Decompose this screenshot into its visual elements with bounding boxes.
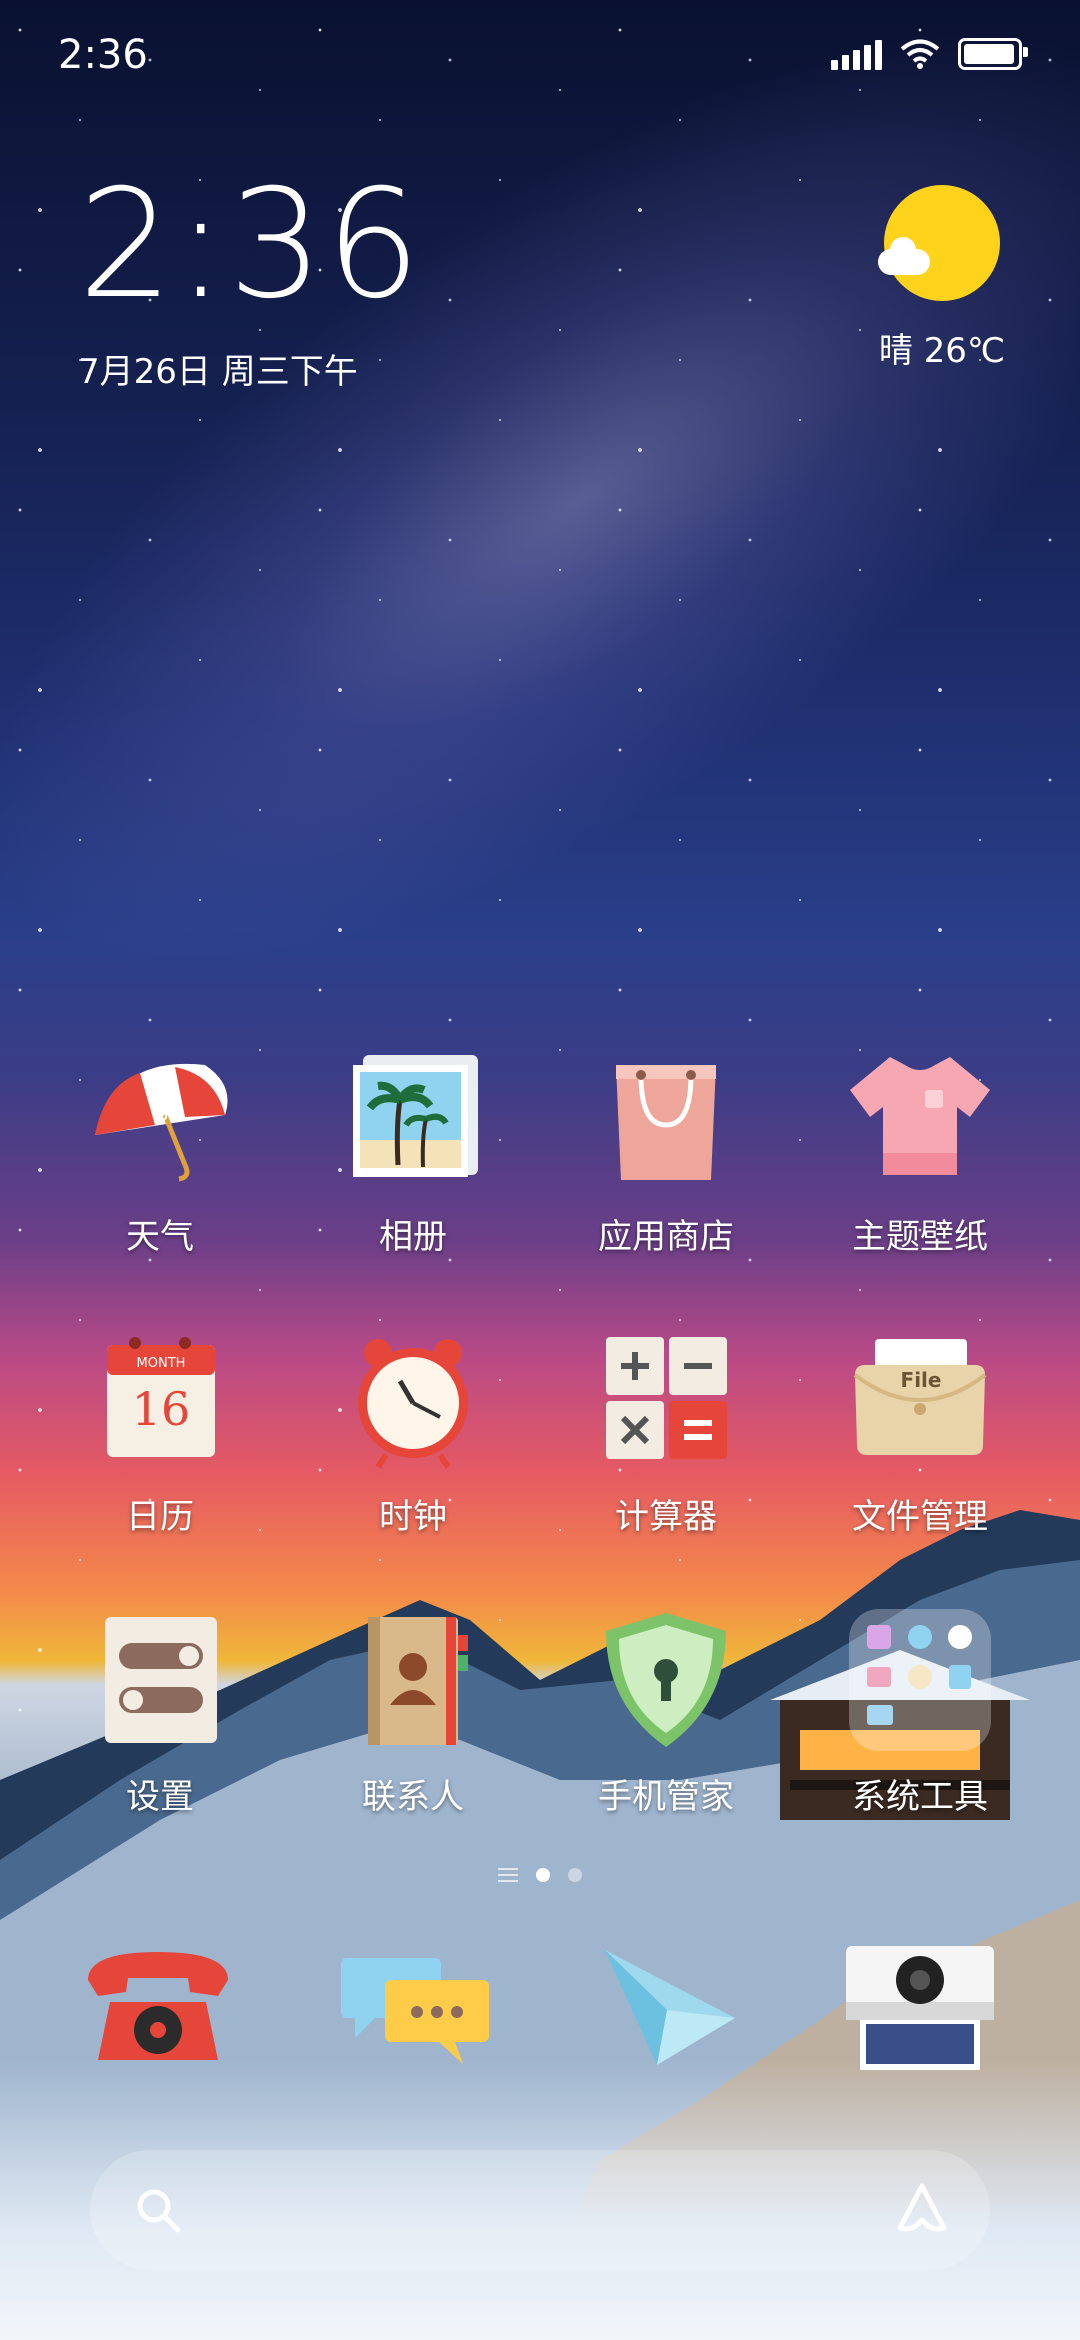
app-settings[interactable]: 设置	[60, 1605, 260, 1818]
clock-date: 7月26日 周三下午	[78, 352, 358, 392]
alarm-clock-icon	[358, 1339, 468, 1469]
weather-widget[interactable]: 晴 26℃	[862, 185, 1022, 372]
app-label: 计算器	[615, 1497, 717, 1537]
battery-icon	[958, 38, 1028, 70]
status-bar: 2:36	[0, 0, 1080, 110]
app-clock[interactable]: 时钟	[313, 1325, 513, 1538]
calendar-icon: MONTH 16	[107, 1337, 215, 1457]
sunny-partly-cloudy-icon	[878, 185, 1000, 301]
weather-umbrella-icon: 0°	[95, 1063, 228, 1182]
app-drawer-icon[interactable]	[498, 1868, 518, 1882]
app-gallery[interactable]: 相册	[313, 1045, 513, 1258]
app-file-manager[interactable]: File 文件管理	[820, 1325, 1020, 1538]
contacts-book-icon	[368, 1617, 468, 1745]
wifi-icon	[900, 39, 940, 69]
app-contacts[interactable]: 联系人	[313, 1605, 513, 1818]
status-time: 2:36	[58, 32, 148, 78]
system-tools-folder-icon	[849, 1609, 991, 1751]
phone-icon[interactable]	[78, 1940, 238, 2070]
app-label: 系统工具	[852, 1777, 988, 1817]
weather-badge: 0°	[155, 1102, 180, 1127]
gallery-photo-icon	[353, 1055, 478, 1177]
app-label: 时钟	[379, 1497, 447, 1537]
app-label: 相册	[379, 1217, 447, 1257]
calendar-day: 16	[132, 1382, 191, 1436]
paper-plane-icon[interactable]	[595, 1940, 745, 2070]
page-dot-current[interactable]	[536, 1868, 550, 1882]
messages-icon[interactable]	[335, 1950, 495, 2070]
app-weather[interactable]: 0° 天气	[60, 1045, 260, 1258]
dock	[0, 1940, 1080, 2090]
calendar-month: MONTH	[137, 1356, 186, 1371]
themes-shirt-icon	[850, 1057, 990, 1175]
app-calculator[interactable]: 计算器	[566, 1325, 766, 1538]
camera-icon[interactable]	[842, 1940, 998, 2080]
page-dot[interactable]	[568, 1868, 582, 1882]
calculator-icon	[606, 1337, 727, 1459]
assistant-icon[interactable]	[890, 2180, 954, 2240]
app-label: 天气	[126, 1217, 194, 1257]
app-store[interactable]: 应用商店	[566, 1045, 766, 1258]
app-label: 手机管家	[598, 1777, 734, 1817]
status-icons	[831, 38, 1028, 70]
weather-condition-temp: 晴 26℃	[878, 331, 1006, 371]
app-calendar[interactable]: MONTH 16 日历	[60, 1325, 260, 1538]
search-bar[interactable]	[90, 2150, 990, 2270]
app-label: 文件管理	[852, 1497, 988, 1537]
app-store-bag-icon	[616, 1065, 716, 1180]
app-system-tools-folder[interactable]: 系统工具	[820, 1605, 1020, 1818]
app-label: 主题壁纸	[852, 1217, 988, 1257]
app-label: 应用商店	[598, 1217, 734, 1257]
app-themes[interactable]: 主题壁纸	[820, 1045, 1020, 1258]
page-indicator[interactable]	[0, 1868, 1080, 1882]
cell-signal-icon	[831, 40, 882, 70]
search-icon[interactable]	[134, 2186, 182, 2234]
file-tag: File	[901, 1368, 942, 1392]
app-security[interactable]: 手机管家	[566, 1605, 766, 1818]
clock-time: 2:36	[78, 158, 423, 332]
file-manager-icon: File	[853, 1339, 987, 1455]
app-label: 日历	[126, 1497, 194, 1537]
settings-toggles-icon	[105, 1617, 217, 1743]
app-label: 设置	[126, 1777, 194, 1817]
security-shield-icon	[606, 1613, 726, 1747]
clock-widget[interactable]: 2:36 7月26日 周三下午	[78, 170, 423, 393]
app-label: 联系人	[362, 1777, 464, 1817]
